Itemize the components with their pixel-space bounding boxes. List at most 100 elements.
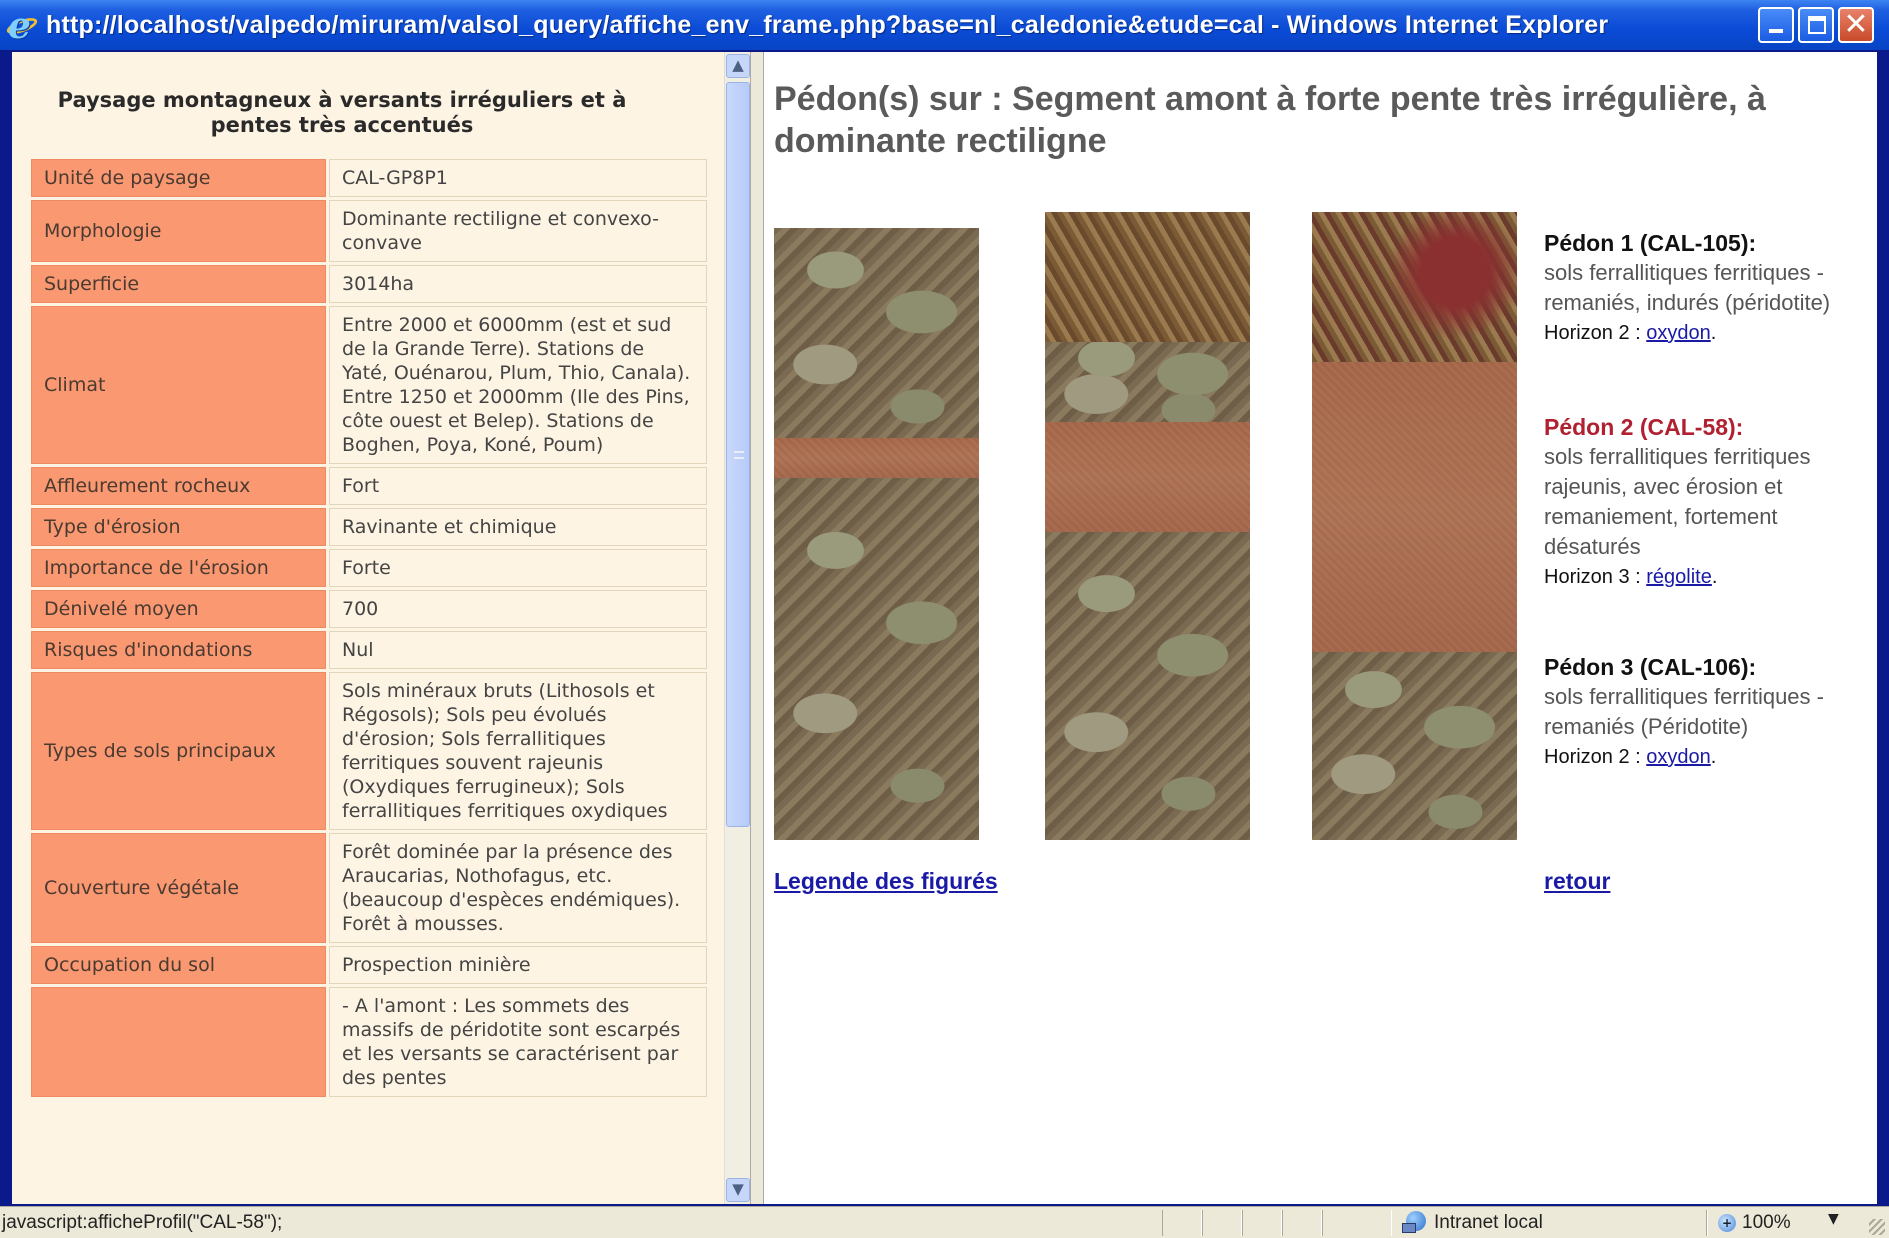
property-label: Risques d'inondations bbox=[31, 631, 326, 669]
close-button[interactable]: ✕ bbox=[1838, 7, 1874, 43]
property-row: Importance de l'érosion Forte bbox=[31, 549, 707, 587]
window-title: http://localhost/valpedo/miruram/valsol_… bbox=[46, 10, 1609, 39]
status-text: javascript:afficheProfil("CAL-58"); bbox=[2, 1212, 283, 1233]
property-label: Morphologie bbox=[31, 200, 326, 262]
property-row: Couverture végétale Forêt dominée par la … bbox=[31, 833, 707, 943]
property-value: Fort bbox=[329, 467, 707, 505]
property-label-text: Superficie bbox=[44, 273, 140, 295]
frame-divider[interactable] bbox=[750, 52, 764, 1204]
scroll-thumb[interactable] bbox=[726, 82, 750, 827]
right-frame: Pédon(s) sur : Segment amont à forte pen… bbox=[764, 52, 1877, 1204]
property-value: Dominante rectiligne et convexo-convave bbox=[329, 200, 707, 262]
intranet-zone-icon bbox=[1402, 1211, 1428, 1233]
property-label-text: Climat bbox=[44, 374, 106, 396]
property-row: Dénivelé moyen 700 bbox=[31, 590, 707, 628]
title-bar[interactable]: e http://localhost/valpedo/miruram/valso… bbox=[0, 0, 1889, 50]
status-segment bbox=[1242, 1210, 1282, 1236]
property-value: Forêt dominée par la présence des Arauca… bbox=[329, 833, 707, 943]
left-frame[interactable]: Paysage montagneux à versants irrégulier… bbox=[12, 52, 724, 1204]
property-value: Entre 2000 et 6000mm (est et sud de la G… bbox=[329, 306, 707, 464]
pedon-1-horizon-link[interactable]: oxydon bbox=[1646, 322, 1711, 344]
status-bar: javascript:afficheProfil("CAL-58"); Intr… bbox=[0, 1206, 1889, 1238]
minimize-button[interactable] bbox=[1758, 7, 1794, 43]
pedon-1-profile-image[interactable] bbox=[774, 228, 979, 840]
pedon-2-title[interactable]: Pédon 2 (CAL-58): bbox=[1544, 412, 1874, 442]
left-frame-scrollbar[interactable]: ▲ ▼ bbox=[724, 52, 750, 1204]
pedon-3-horizon: Horizon 2 : oxydon. bbox=[1544, 746, 1717, 768]
security-zone-label[interactable]: Intranet local bbox=[1434, 1212, 1543, 1234]
status-segment bbox=[1322, 1210, 1392, 1236]
property-label-text: Type d'érosion bbox=[44, 516, 181, 538]
minimize-icon bbox=[1769, 29, 1783, 33]
pedon-1-info: Pédon 1 (CAL-105): sols ferrallitiques f… bbox=[1544, 228, 1874, 348]
pedon-1-description: sols ferrallitiques ferritiques - remani… bbox=[1544, 260, 1831, 315]
close-icon: ✕ bbox=[1843, 7, 1869, 42]
property-value: Nul bbox=[329, 631, 707, 669]
landscape-heading: Paysage montagneux à versants irrégulier… bbox=[57, 88, 627, 137]
pedon-1-title[interactable]: Pédon 1 (CAL-105): bbox=[1544, 228, 1874, 258]
property-label: Importance de l'érosion bbox=[31, 549, 326, 587]
pedon-2-info: Pédon 2 (CAL-58): sols ferrallitiques fe… bbox=[1544, 412, 1874, 592]
resize-grip[interactable] bbox=[1869, 1219, 1885, 1235]
property-label-text: Risques d'inondations bbox=[44, 639, 253, 661]
pedon-2-profile-image[interactable] bbox=[1045, 212, 1250, 840]
property-label: Unité de paysage bbox=[31, 159, 326, 197]
property-value: 3014ha bbox=[329, 265, 707, 303]
pedon-3-horizon-link[interactable]: oxydon bbox=[1646, 746, 1711, 768]
property-label-text: Unité de paysage bbox=[44, 167, 211, 189]
property-row: Superficie 3014ha bbox=[31, 265, 707, 303]
pedon-3-info: Pédon 3 (CAL-106): sols ferrallitiques f… bbox=[1544, 652, 1874, 772]
pedon-2-description: sols ferrallitiques ferritiques rajeunis… bbox=[1544, 444, 1811, 559]
property-value: Sols minéraux bruts (Lithosols et Régoso… bbox=[329, 672, 707, 830]
scroll-down-button[interactable]: ▼ bbox=[726, 1178, 750, 1202]
property-row: Type d'érosion Ravinante et chimique bbox=[31, 508, 707, 546]
property-label-text: Affleurement rocheux bbox=[44, 475, 251, 497]
internet-explorer-icon: e bbox=[4, 5, 40, 47]
property-label-text: Occupation du sol bbox=[44, 954, 215, 976]
landscape-properties-table: Unité de paysage CAL-GP8P1 Morphologie Domi… bbox=[28, 156, 710, 1100]
property-row: Unité de paysage CAL-GP8P1 bbox=[31, 159, 707, 197]
scroll-up-button[interactable]: ▲ bbox=[726, 54, 750, 78]
maximize-button[interactable] bbox=[1798, 7, 1834, 43]
property-label-text: Morphologie bbox=[44, 220, 162, 242]
property-row: - A l'amont : Les sommets des massifs de… bbox=[31, 987, 707, 1097]
property-row: Types de sols principaux Sols minéraux br… bbox=[31, 672, 707, 830]
pedon-3-title[interactable]: Pédon 3 (CAL-106): bbox=[1544, 652, 1874, 682]
status-segment bbox=[1282, 1210, 1322, 1236]
property-label: Couverture végétale bbox=[31, 833, 326, 943]
pedon-2-horizon: Horizon 3 : régolite. bbox=[1544, 566, 1718, 588]
property-value: Ravinante et chimique bbox=[329, 508, 707, 546]
property-label-text: Types de sols principaux bbox=[44, 740, 277, 762]
pedon-3-profile-image[interactable] bbox=[1312, 212, 1517, 840]
property-row: Affleurement rocheux Fort bbox=[31, 467, 707, 505]
zoom-level[interactable]: 100% bbox=[1742, 1212, 1791, 1234]
property-label: Dénivelé moyen bbox=[31, 590, 326, 628]
property-label: Affleurement rocheux bbox=[31, 467, 326, 505]
property-label: Type d'érosion bbox=[31, 508, 326, 546]
property-label: Climat bbox=[31, 306, 326, 464]
property-value: - A l'amont : Les sommets des massifs de… bbox=[329, 987, 707, 1097]
property-label-text: Dénivelé moyen bbox=[44, 598, 199, 620]
property-row: Climat Entre 2000 et 6000mm (est et sud d… bbox=[31, 306, 707, 464]
property-label: Occupation du sol bbox=[31, 946, 326, 984]
legend-link[interactable]: Legende des figurés bbox=[774, 868, 998, 895]
maximize-icon bbox=[1808, 16, 1826, 34]
zoom-dropdown-icon[interactable]: ▼ bbox=[1828, 1211, 1839, 1227]
property-label: Superficie bbox=[31, 265, 326, 303]
pedon-page-title: Pédon(s) sur : Segment amont à forte pen… bbox=[774, 80, 1766, 160]
property-value: CAL-GP8P1 bbox=[329, 159, 707, 197]
zoom-icon: + bbox=[1718, 1214, 1736, 1232]
pedon-1-horizon: Horizon 2 : oxydon. bbox=[1544, 322, 1717, 344]
property-row: Occupation du sol Prospection minière bbox=[31, 946, 707, 984]
pedon-3-description: sols ferrallitiques ferritiques - remani… bbox=[1544, 684, 1824, 739]
property-label bbox=[31, 987, 326, 1097]
property-label: Types de sols principaux bbox=[31, 672, 326, 830]
property-row: Risques d'inondations Nul bbox=[31, 631, 707, 669]
property-label-text: Importance de l'érosion bbox=[44, 557, 269, 579]
back-link[interactable]: retour bbox=[1544, 868, 1610, 895]
status-segment bbox=[1162, 1210, 1202, 1236]
pedon-2-horizon-link[interactable]: régolite bbox=[1646, 566, 1712, 588]
property-value: Prospection minière bbox=[329, 946, 707, 984]
property-row: Morphologie Dominante rectiligne et conve… bbox=[31, 200, 707, 262]
property-value: Forte bbox=[329, 549, 707, 587]
